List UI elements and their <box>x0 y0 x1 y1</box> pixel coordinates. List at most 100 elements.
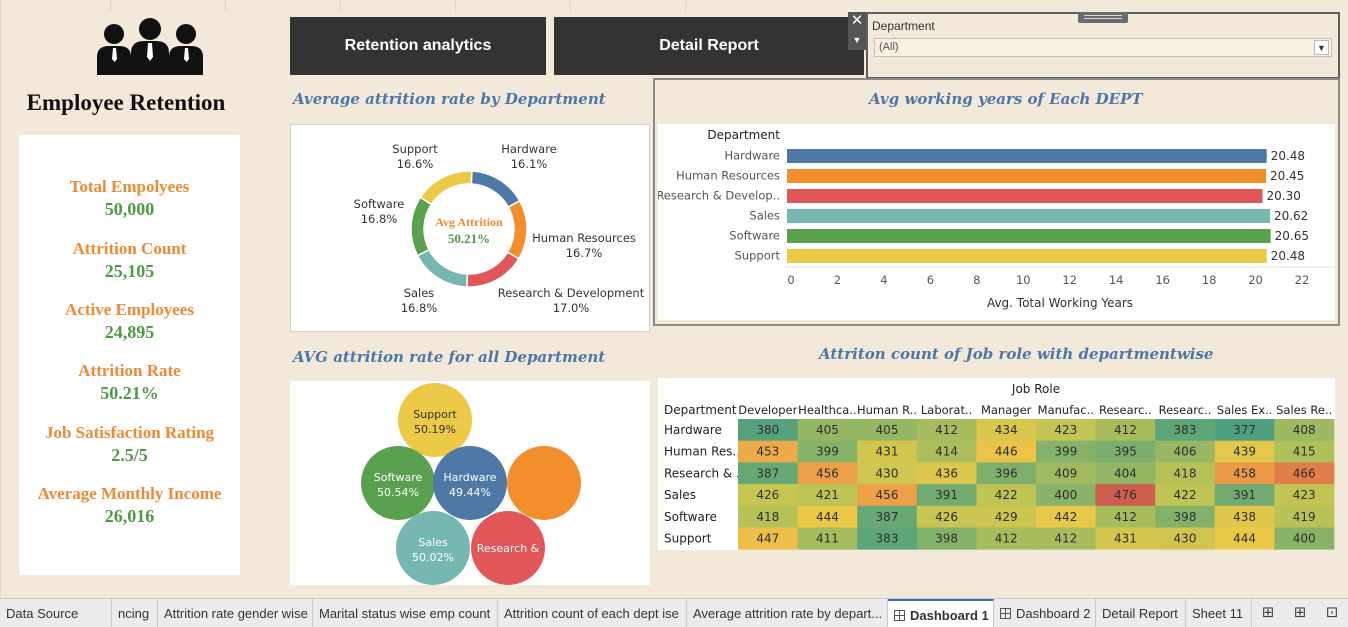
heat-cell-value: 447 <box>756 532 779 546</box>
tab-dashboard-1[interactable]: Dashboard 1 <box>888 599 994 627</box>
donut-section-title: Average attrition rate by Department <box>293 90 606 108</box>
heat-cell-value: 412 <box>1054 532 1077 546</box>
close-icon[interactable]: ✕ <box>851 12 864 29</box>
heat-cell-value: 391 <box>935 488 958 502</box>
kpi-value: 25,105 <box>104 261 155 281</box>
new-story-icon[interactable]: ⊡ <box>1322 603 1342 623</box>
donut-slice <box>506 199 528 260</box>
tab-sheet-11[interactable]: Sheet 11 <box>1186 599 1252 627</box>
bar-y-header: Department <box>707 128 780 142</box>
slice-pct: 16.8% <box>361 212 398 226</box>
tab-attrition-count-dept[interactable]: Attrition count of each dept ise <box>498 599 687 627</box>
bar-x-tick: 16 <box>1155 273 1170 287</box>
detail-report-button[interactable]: Detail Report <box>554 17 864 75</box>
bubble-value: 50.19% <box>414 423 456 436</box>
bubble-value: 50.02% <box>412 551 454 564</box>
bar <box>787 169 1266 183</box>
heatmap-section-title: Attriton count of Job role with departme… <box>819 345 1214 363</box>
bar-x-tick: 0 <box>787 273 794 287</box>
tab-label: Attrition rate gender wise <box>164 606 308 621</box>
tab-attrition-rate-gender[interactable]: Attrition rate gender wise <box>158 599 313 627</box>
heat-column-label: Researc.. <box>1159 403 1212 417</box>
bubble-chart: Support 50.19% Software 50.54% Hardware 49.44… <box>361 383 581 585</box>
donut-center-value: 50.21% <box>448 231 490 246</box>
tab-label: Average attrition rate by depart... <box>693 606 883 621</box>
heatmap-panel: Job Role Department Developer Healthca.. Hum… <box>658 378 1335 550</box>
heat-cell-value: 458 <box>1233 466 1256 480</box>
heat-column-label: Developer <box>738 403 797 417</box>
tab-ncing[interactable]: ncing <box>112 599 158 627</box>
bar-category-label: Research & Develop.. <box>658 189 780 203</box>
slice-label: Research & Development <box>498 286 645 300</box>
tab-label: Data Source <box>6 606 79 621</box>
heat-cell-value: 377 <box>1233 423 1256 437</box>
heat-cell-value: 414 <box>935 445 958 459</box>
heat-cell-value: 423 <box>1054 423 1077 437</box>
heat-cell-value: 399 <box>1054 445 1077 459</box>
heat-column-header: Job Role <box>1011 382 1060 396</box>
heat-column-label: Sales Re.. <box>1276 403 1332 417</box>
heat-cell-value: 422 <box>1174 488 1197 502</box>
drag-grip-icon[interactable] <box>1078 12 1128 23</box>
heat-cell-value: 387 <box>756 466 779 480</box>
heat-cell-value: 398 <box>935 532 958 546</box>
heat-cell-value: 438 <box>1233 510 1256 524</box>
kpi-label: Attrition Rate <box>78 361 181 380</box>
heat-cell-value: 395 <box>1114 445 1137 459</box>
heat-cell-value: 405 <box>816 423 839 437</box>
donut-slice <box>410 196 433 257</box>
bar-x-tick: 10 <box>1016 273 1031 287</box>
heat-row-label: Sales <box>664 488 696 502</box>
kpi-value: 50.21% <box>100 383 159 403</box>
dashboard-icon <box>894 610 905 621</box>
bubble-name: Hardware <box>443 471 496 484</box>
kpi-attrition-rate: Attrition Rate 50.21% <box>19 361 240 404</box>
bar-value-label: 20.62 <box>1274 209 1308 223</box>
heat-cell-value: 431 <box>876 445 899 459</box>
bubble-value: 50.54% <box>377 486 419 499</box>
bar-value-label: 20.30 <box>1267 189 1301 203</box>
department-filter-select[interactable]: (All) ▼ <box>874 38 1332 57</box>
filter-value: (All) <box>879 41 899 53</box>
chevron-down-icon[interactable]: ▼ <box>853 35 862 45</box>
filter-close-control[interactable]: ✕ ▼ <box>848 12 866 50</box>
heat-cell-value: 405 <box>876 423 899 437</box>
bubble-value: 49.44% <box>449 486 491 499</box>
heat-cell-value: 422 <box>995 488 1018 502</box>
kpi-monthly-income: Average Monthly Income 26,016 <box>19 484 240 527</box>
donut-slice <box>466 251 520 288</box>
tab-average-attrition-rate[interactable]: Average attrition rate by depart... <box>687 599 888 627</box>
bar-x-tick: 2 <box>834 273 841 287</box>
new-dashboard-icon[interactable]: ⊞ <box>1290 603 1310 623</box>
bar <box>787 209 1270 223</box>
heat-cell-value: 400 <box>1054 488 1077 502</box>
heat-row-label: Human Res.. <box>664 445 740 459</box>
heat-cell-value: 406 <box>1174 445 1197 459</box>
heat-cell-value: 408 <box>1293 423 1316 437</box>
heat-cell-value: 430 <box>876 466 899 480</box>
donut-slice <box>416 248 469 288</box>
dropdown-arrow-icon[interactable]: ▼ <box>1314 40 1329 55</box>
bar-value-label: 20.45 <box>1270 169 1304 183</box>
tab-detail-report[interactable]: Detail Report <box>1096 599 1186 627</box>
retention-analytics-button[interactable]: Retention analytics <box>290 17 546 75</box>
heat-cell-value: 396 <box>995 466 1018 480</box>
tab-data-source[interactable]: Data Source <box>0 599 112 627</box>
tab-label: Marital status wise emp count <box>319 606 491 621</box>
heat-column-label: Human R.. <box>857 403 917 417</box>
heat-cell-value: 400 <box>1293 532 1316 546</box>
bar-category-label: Sales <box>749 209 780 223</box>
bar-category-label: Human Resources <box>676 169 780 183</box>
tab-label: ncing <box>118 606 150 621</box>
tab-marital-status[interactable]: Marital status wise emp count <box>313 599 498 627</box>
heat-cell-value: 434 <box>995 423 1018 437</box>
bubble-name: Support <box>413 408 457 421</box>
new-worksheet-icon[interactable]: ⊞ <box>1258 603 1278 623</box>
kpi-active-employees: Active Employees 24,895 <box>19 300 240 343</box>
slice-label: Software <box>354 197 405 211</box>
tab-dashboard-2[interactable]: Dashboard 2 <box>994 599 1096 627</box>
heat-cell-value: 453 <box>756 445 779 459</box>
filter-label: Department <box>872 19 935 33</box>
heatmap-table: Job RoleDepartment Developer Healthca.. Hum… <box>664 382 1335 550</box>
heat-cell-value: 476 <box>1114 488 1137 502</box>
